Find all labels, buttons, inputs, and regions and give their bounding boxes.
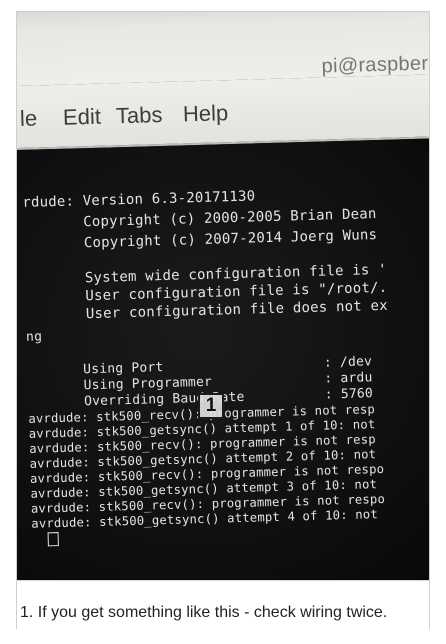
menu-item-tabs[interactable]: Tabs xyxy=(116,102,163,129)
menu-item-file[interactable]: le xyxy=(20,105,38,131)
terminal-cursor xyxy=(47,532,59,547)
terminal-photo: pi@raspberry le Edit Tabs Help rdude: Ve… xyxy=(17,12,429,580)
menu-item-help[interactable]: Help xyxy=(183,100,229,127)
photo-content: pi@raspberry le Edit Tabs Help rdude: Ve… xyxy=(17,12,429,580)
annotation-marker: 1 xyxy=(198,393,224,419)
step-caption: 1. If you get something like this - chec… xyxy=(20,604,388,621)
terminal-line: ng xyxy=(25,329,43,345)
menu-item-edit[interactable]: Edit xyxy=(63,104,102,131)
